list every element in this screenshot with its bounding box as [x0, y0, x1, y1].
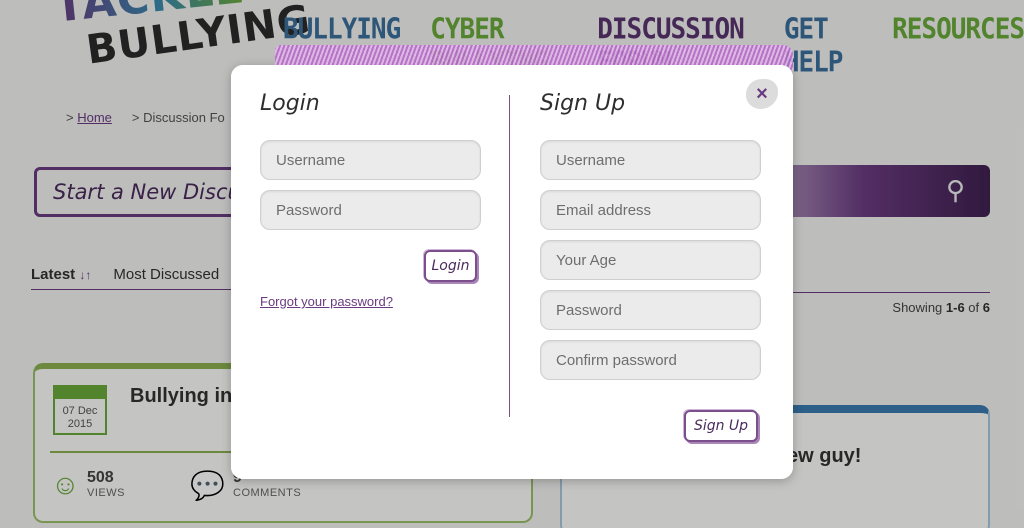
login-button[interactable]: Login — [424, 250, 477, 282]
forgot-password-link[interactable]: Forgot your password? — [260, 294, 393, 309]
login-username-input[interactable] — [260, 140, 481, 180]
signup-password-input[interactable] — [540, 290, 761, 330]
login-password-input[interactable] — [260, 190, 481, 230]
signup-username-input[interactable] — [540, 140, 761, 180]
login-signup-modal: × Login Login Forgot your password? Sign… — [231, 45, 793, 479]
signup-confirm-password-input[interactable] — [540, 340, 761, 380]
signup-age-input[interactable] — [540, 240, 761, 280]
modal-body: × Login Login Forgot your password? Sign… — [231, 65, 793, 479]
signup-title: Sign Up — [540, 91, 626, 116]
close-button[interactable]: × — [746, 79, 778, 109]
signup-email-input[interactable] — [540, 190, 761, 230]
login-title: Login — [260, 91, 320, 116]
column-divider — [509, 95, 510, 417]
signup-button[interactable]: Sign Up — [684, 410, 758, 442]
